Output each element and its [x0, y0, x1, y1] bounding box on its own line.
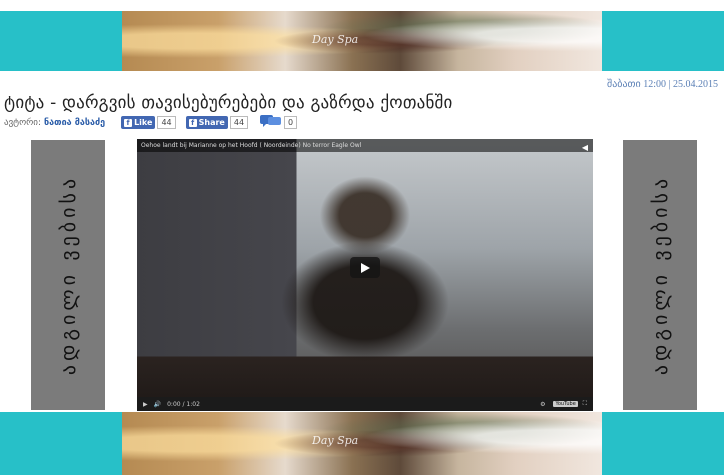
- fb-share-group: f Share 44: [185, 116, 249, 129]
- comment-count: 0: [284, 116, 298, 129]
- video-player[interactable]: Oehoe landt bij Marianne op het Hoofd ( …: [137, 139, 593, 411]
- banner-photo[interactable]: [122, 11, 602, 71]
- article-date: შაბათი 12:00 | 25.04.2015: [607, 79, 718, 90]
- comment-bubble-icon[interactable]: [260, 114, 282, 131]
- author-link[interactable]: ნათია მასაძე: [44, 118, 105, 128]
- banner-photo[interactable]: [122, 412, 602, 475]
- left-side-ad[interactable]: ადგილი ვებისა: [31, 140, 105, 410]
- banner-caption: Day Spa: [312, 33, 359, 46]
- fullscreen-icon[interactable]: ⛶: [583, 400, 587, 408]
- video-title[interactable]: Oehoe landt bij Marianne op het Hoofd ( …: [141, 142, 361, 149]
- settings-icon[interactable]: ⚙: [540, 401, 545, 408]
- fb-share-count: 44: [229, 116, 249, 129]
- facebook-icon: f: [188, 118, 197, 127]
- video-controls: ▶ 🔊 0:00 / 1:02 ⚙ YouTube ⛶: [137, 397, 593, 411]
- right-side-ad[interactable]: ადგილი ვებისა: [623, 140, 697, 410]
- fb-share-button[interactable]: f Share: [185, 116, 228, 129]
- banner-caption: Day Spa: [312, 434, 359, 447]
- volume-icon[interactable]: 🔊: [154, 401, 161, 408]
- fb-like-count: 44: [157, 116, 176, 129]
- video-time: 0:00 / 1:02: [167, 400, 200, 408]
- play-control-icon[interactable]: ▶: [143, 401, 148, 408]
- top-banner-ad[interactable]: Day Spa: [0, 11, 724, 71]
- share-icon[interactable]: ◀: [582, 141, 588, 154]
- fb-like-label: Like: [134, 118, 153, 127]
- play-icon: [361, 262, 370, 273]
- side-ad-text: ადგილი ვებისა: [648, 174, 673, 376]
- facebook-icon: f: [124, 118, 133, 127]
- bottom-banner-ad[interactable]: Day Spa: [0, 412, 724, 475]
- play-button[interactable]: [350, 257, 380, 278]
- page-title: ტიტა - დარგვის თავისებურებები და გაზრდა …: [4, 93, 453, 113]
- side-ad-text: ადგილი ვებისა: [56, 174, 81, 376]
- byline: ავტორი: ნათია მასაძე f Like 44 f Share 4…: [4, 114, 298, 131]
- comments-group: 0: [260, 114, 298, 131]
- author-label: ავტორი:: [4, 117, 42, 128]
- youtube-logo[interactable]: YouTube: [553, 401, 578, 407]
- video-title-bar[interactable]: Oehoe landt bij Marianne op het Hoofd ( …: [137, 139, 593, 152]
- fb-share-label: Share: [198, 118, 225, 127]
- fb-like-button[interactable]: f Like: [121, 116, 156, 129]
- fb-like-group: f Like 44: [121, 116, 176, 129]
